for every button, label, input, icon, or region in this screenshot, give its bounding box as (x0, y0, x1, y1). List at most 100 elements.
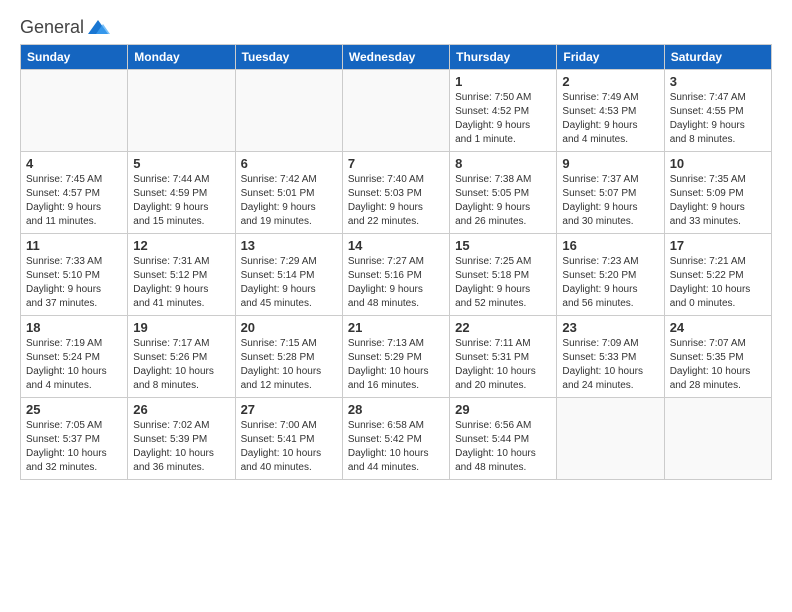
day-number: 14 (348, 238, 444, 253)
day-info: Sunrise: 7:27 AM Sunset: 5:16 PM Dayligh… (348, 255, 444, 311)
day-number: 7 (348, 156, 444, 171)
day-info: Sunrise: 7:23 AM Sunset: 5:20 PM Dayligh… (562, 255, 658, 311)
day-number: 17 (670, 238, 766, 253)
day-number: 27 (241, 402, 337, 417)
day-info: Sunrise: 7:45 AM Sunset: 4:57 PM Dayligh… (26, 173, 122, 229)
logo-general: General (20, 17, 84, 39)
day-number: 20 (241, 320, 337, 335)
calendar-cell: 2 Sunrise: 7:49 AM Sunset: 4:53 PM Daylig… (557, 70, 664, 152)
day-number: 25 (26, 402, 122, 417)
calendar-row: 11Sunrise: 7:33 AM Sunset: 5:10 PM Dayli… (21, 234, 772, 316)
calendar-cell: 26 Sunrise: 7:02 AM Sunset: 5:39 PM Dayli… (128, 398, 235, 480)
calendar-cell: 28Sunrise: 6:58 AM Sunset: 5:42 PM Dayli… (342, 398, 449, 480)
calendar: SundayMondayTuesdayWednesdayThursdayFrid… (20, 44, 772, 480)
day-info: Sunrise: 7:42 AM Sunset: 5:01 PM Dayligh… (241, 173, 337, 229)
weekday-header: Sunday (21, 45, 128, 70)
calendar-cell: 4Sunrise: 7:45 AM Sunset: 4:57 PM Daylig… (21, 152, 128, 234)
calendar-cell: 5 Sunrise: 7:44 AM Sunset: 4:59 PM Daylig… (128, 152, 235, 234)
day-info: Sunrise: 7:02 AM Sunset: 5:39 PM Dayligh… (133, 419, 229, 475)
calendar-cell: 18 Sunrise: 7:19 AM Sunset: 5:24 PM Dayli… (21, 316, 128, 398)
day-info: Sunrise: 6:56 AM Sunset: 5:44 PM Dayligh… (455, 419, 551, 475)
day-info: Sunrise: 7:44 AM Sunset: 4:59 PM Dayligh… (133, 173, 229, 229)
day-info: Sunrise: 7:35 AM Sunset: 5:09 PM Dayligh… (670, 173, 766, 229)
calendar-row: 25 Sunrise: 7:05 AM Sunset: 5:37 PM Dayli… (21, 398, 772, 480)
calendar-cell: 23 Sunrise: 7:09 AM Sunset: 5:33 PM Dayli… (557, 316, 664, 398)
calendar-cell: 8 Sunrise: 7:38 AM Sunset: 5:05 PM Daylig… (450, 152, 557, 234)
day-info: Sunrise: 7:37 AM Sunset: 5:07 PM Dayligh… (562, 173, 658, 229)
day-info: Sunrise: 7:17 AM Sunset: 5:26 PM Dayligh… (133, 337, 229, 393)
calendar-row: 18 Sunrise: 7:19 AM Sunset: 5:24 PM Dayli… (21, 316, 772, 398)
weekday-header: Thursday (450, 45, 557, 70)
day-number: 8 (455, 156, 551, 171)
calendar-cell: 25 Sunrise: 7:05 AM Sunset: 5:37 PM Dayli… (21, 398, 128, 480)
day-info: Sunrise: 7:09 AM Sunset: 5:33 PM Dayligh… (562, 337, 658, 393)
day-number: 9 (562, 156, 658, 171)
calendar-cell: 19 Sunrise: 7:17 AM Sunset: 5:26 PM Dayli… (128, 316, 235, 398)
header-area: General (20, 16, 772, 36)
calendar-cell: 21 Sunrise: 7:13 AM Sunset: 5:29 PM Dayli… (342, 316, 449, 398)
day-info: Sunrise: 7:00 AM Sunset: 5:41 PM Dayligh… (241, 419, 337, 475)
logo-icon (86, 16, 110, 40)
calendar-cell (557, 398, 664, 480)
header-row: SundayMondayTuesdayWednesdayThursdayFrid… (21, 45, 772, 70)
day-info: Sunrise: 7:19 AM Sunset: 5:24 PM Dayligh… (26, 337, 122, 393)
day-number: 29 (455, 402, 551, 417)
weekday-header: Monday (128, 45, 235, 70)
day-number: 5 (133, 156, 229, 171)
calendar-cell (21, 70, 128, 152)
day-number: 21 (348, 320, 444, 335)
day-info: Sunrise: 7:50 AM Sunset: 4:52 PM Dayligh… (455, 91, 551, 147)
day-info: Sunrise: 7:11 AM Sunset: 5:31 PM Dayligh… (455, 337, 551, 393)
logo: General (20, 16, 110, 36)
calendar-cell: 24 Sunrise: 7:07 AM Sunset: 5:35 PM Dayli… (664, 316, 771, 398)
day-info: Sunrise: 7:21 AM Sunset: 5:22 PM Dayligh… (670, 255, 766, 311)
day-info: Sunrise: 7:29 AM Sunset: 5:14 PM Dayligh… (241, 255, 337, 311)
day-number: 19 (133, 320, 229, 335)
calendar-cell: 13 Sunrise: 7:29 AM Sunset: 5:14 PM Dayli… (235, 234, 342, 316)
calendar-row: 1 Sunrise: 7:50 AM Sunset: 4:52 PM Daylig… (21, 70, 772, 152)
calendar-cell: 17 Sunrise: 7:21 AM Sunset: 5:22 PM Dayli… (664, 234, 771, 316)
day-info: Sunrise: 7:07 AM Sunset: 5:35 PM Dayligh… (670, 337, 766, 393)
calendar-cell: 10Sunrise: 7:35 AM Sunset: 5:09 PM Dayli… (664, 152, 771, 234)
day-info: Sunrise: 7:31 AM Sunset: 5:12 PM Dayligh… (133, 255, 229, 311)
calendar-cell (235, 70, 342, 152)
calendar-cell: 15Sunrise: 7:25 AM Sunset: 5:18 PM Dayli… (450, 234, 557, 316)
day-number: 13 (241, 238, 337, 253)
day-info: Sunrise: 7:47 AM Sunset: 4:55 PM Dayligh… (670, 91, 766, 147)
day-number: 12 (133, 238, 229, 253)
day-info: Sunrise: 7:05 AM Sunset: 5:37 PM Dayligh… (26, 419, 122, 475)
calendar-cell: 1 Sunrise: 7:50 AM Sunset: 4:52 PM Daylig… (450, 70, 557, 152)
day-number: 3 (670, 74, 766, 89)
day-info: Sunrise: 7:40 AM Sunset: 5:03 PM Dayligh… (348, 173, 444, 229)
calendar-cell: 9 Sunrise: 7:37 AM Sunset: 5:07 PM Daylig… (557, 152, 664, 234)
calendar-cell (128, 70, 235, 152)
day-number: 22 (455, 320, 551, 335)
calendar-cell (342, 70, 449, 152)
day-number: 26 (133, 402, 229, 417)
day-number: 18 (26, 320, 122, 335)
calendar-cell: 3 Sunrise: 7:47 AM Sunset: 4:55 PM Daylig… (664, 70, 771, 152)
day-number: 15 (455, 238, 551, 253)
calendar-cell: 29 Sunrise: 6:56 AM Sunset: 5:44 PM Dayli… (450, 398, 557, 480)
calendar-cell: 22 Sunrise: 7:11 AM Sunset: 5:31 PM Dayli… (450, 316, 557, 398)
calendar-cell: 27 Sunrise: 7:00 AM Sunset: 5:41 PM Dayli… (235, 398, 342, 480)
calendar-cell: 6 Sunrise: 7:42 AM Sunset: 5:01 PM Daylig… (235, 152, 342, 234)
day-info: Sunrise: 6:58 AM Sunset: 5:42 PM Dayligh… (348, 419, 444, 475)
calendar-cell (664, 398, 771, 480)
day-info: Sunrise: 7:38 AM Sunset: 5:05 PM Dayligh… (455, 173, 551, 229)
weekday-header: Wednesday (342, 45, 449, 70)
day-number: 16 (562, 238, 658, 253)
day-info: Sunrise: 7:15 AM Sunset: 5:28 PM Dayligh… (241, 337, 337, 393)
day-number: 2 (562, 74, 658, 89)
calendar-row: 4Sunrise: 7:45 AM Sunset: 4:57 PM Daylig… (21, 152, 772, 234)
day-number: 23 (562, 320, 658, 335)
day-info: Sunrise: 7:49 AM Sunset: 4:53 PM Dayligh… (562, 91, 658, 147)
day-number: 6 (241, 156, 337, 171)
day-number: 24 (670, 320, 766, 335)
calendar-cell: 7 Sunrise: 7:40 AM Sunset: 5:03 PM Daylig… (342, 152, 449, 234)
weekday-header: Friday (557, 45, 664, 70)
calendar-cell: 11Sunrise: 7:33 AM Sunset: 5:10 PM Dayli… (21, 234, 128, 316)
day-number: 1 (455, 74, 551, 89)
day-info: Sunrise: 7:13 AM Sunset: 5:29 PM Dayligh… (348, 337, 444, 393)
calendar-cell: 12 Sunrise: 7:31 AM Sunset: 5:12 PM Dayli… (128, 234, 235, 316)
